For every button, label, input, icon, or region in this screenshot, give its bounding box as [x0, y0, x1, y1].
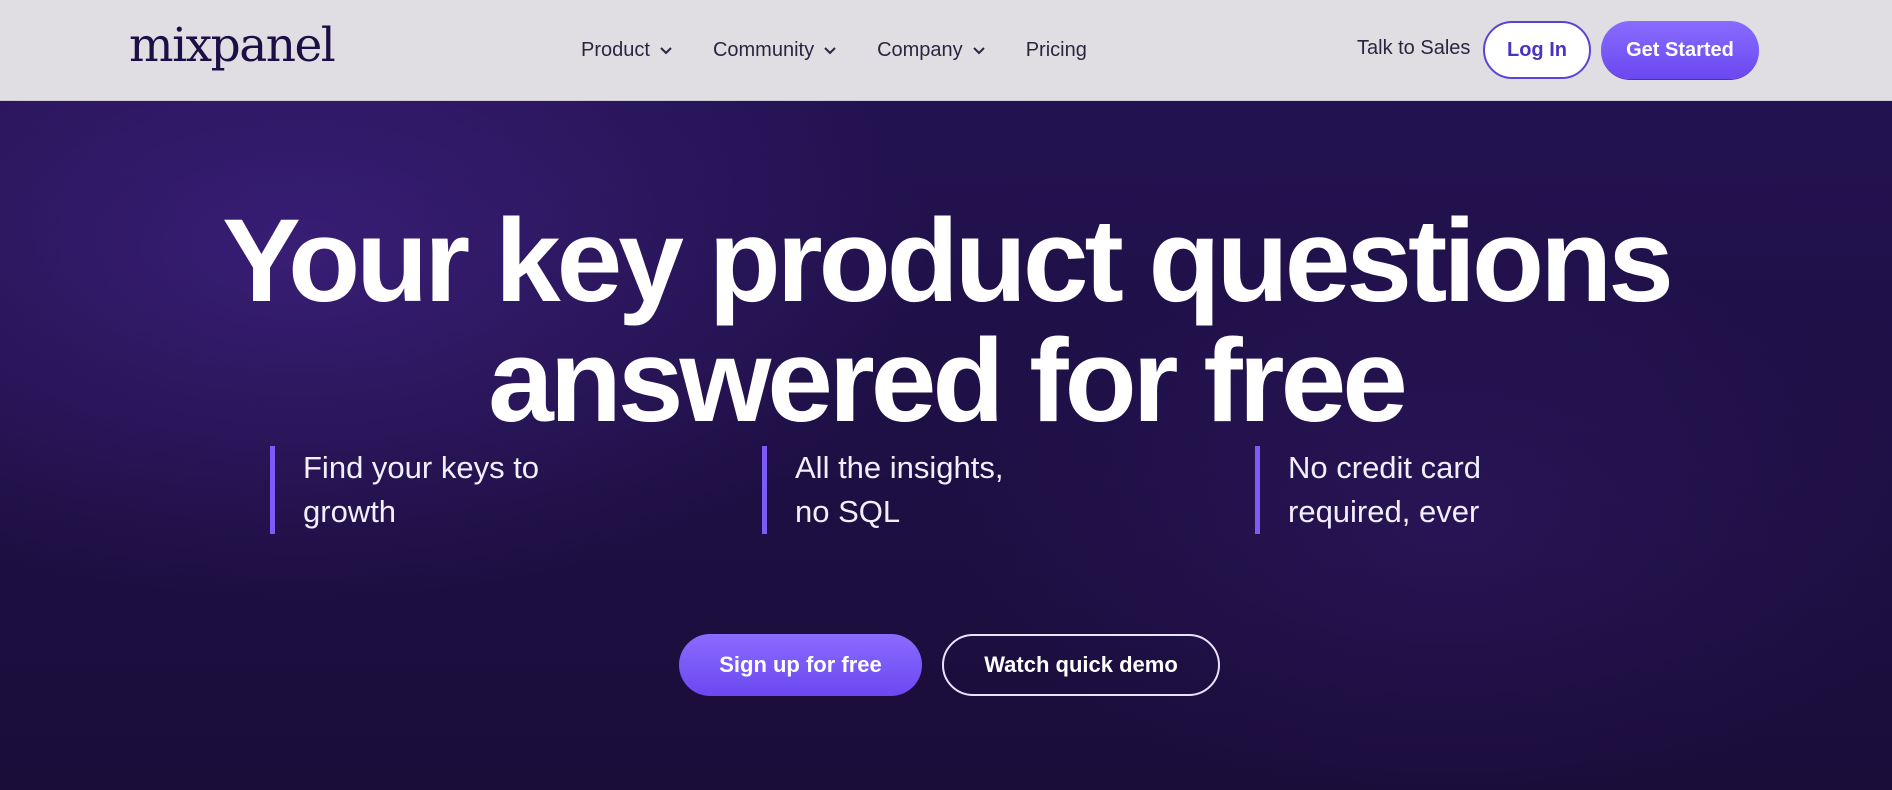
top-navigation-bar: mixpanel Product Community Company Prici… [0, 0, 1892, 101]
feature-text: Find your keys to growth [303, 446, 603, 534]
feature-text-line: All the insights, [795, 450, 1004, 485]
feature-text-line: required, ever [1288, 494, 1480, 529]
feature-text-line: no SQL [795, 494, 901, 529]
feature-item: All the insights, no SQL [762, 446, 1095, 534]
feature-text-line: Find your keys to [303, 450, 540, 485]
chevron-down-icon [971, 42, 987, 58]
hero-headline: Your key product questions answered for … [0, 201, 1892, 441]
feature-item: Find your keys to growth [270, 446, 603, 534]
nav-company[interactable]: Company [877, 39, 987, 62]
get-started-button[interactable]: Get Started [1601, 21, 1759, 79]
talk-to-sales-link[interactable]: Talk to Sales [1357, 37, 1470, 60]
headline-line-2: answered for free [488, 315, 1408, 447]
main-nav: Product Community Company Pricing [581, 33, 1126, 67]
nav-company-label: Company [877, 38, 963, 61]
nav-community-label: Community [712, 38, 815, 61]
nav-pricing[interactable]: Pricing [1026, 39, 1087, 62]
feature-highlights: Find your keys to growth All the insight… [0, 446, 1892, 534]
chevron-down-icon [658, 42, 674, 58]
nav-product[interactable]: Product [581, 39, 674, 62]
feature-text-line: No credit card [1288, 450, 1481, 485]
feature-text: All the insights, no SQL [795, 446, 1095, 534]
nav-community[interactable]: Community [713, 39, 838, 62]
login-button[interactable]: Log In [1483, 21, 1591, 79]
watch-demo-button[interactable]: Watch quick demo [942, 634, 1220, 696]
sign-up-free-button[interactable]: Sign up for free [679, 634, 922, 696]
page: mixpanel Product Community Company Prici… [0, 0, 1892, 790]
nav-product-label: Product [581, 38, 650, 61]
feature-text: No credit card required, ever [1288, 446, 1588, 534]
feature-text-line: growth [303, 494, 397, 529]
headline-line-1: Your key product questions [222, 195, 1674, 327]
nav-pricing-label: Pricing [1025, 38, 1087, 61]
chevron-down-icon [822, 42, 838, 58]
feature-item: No credit card required, ever [1255, 446, 1588, 534]
mixpanel-logo[interactable]: mixpanel [129, 18, 336, 74]
